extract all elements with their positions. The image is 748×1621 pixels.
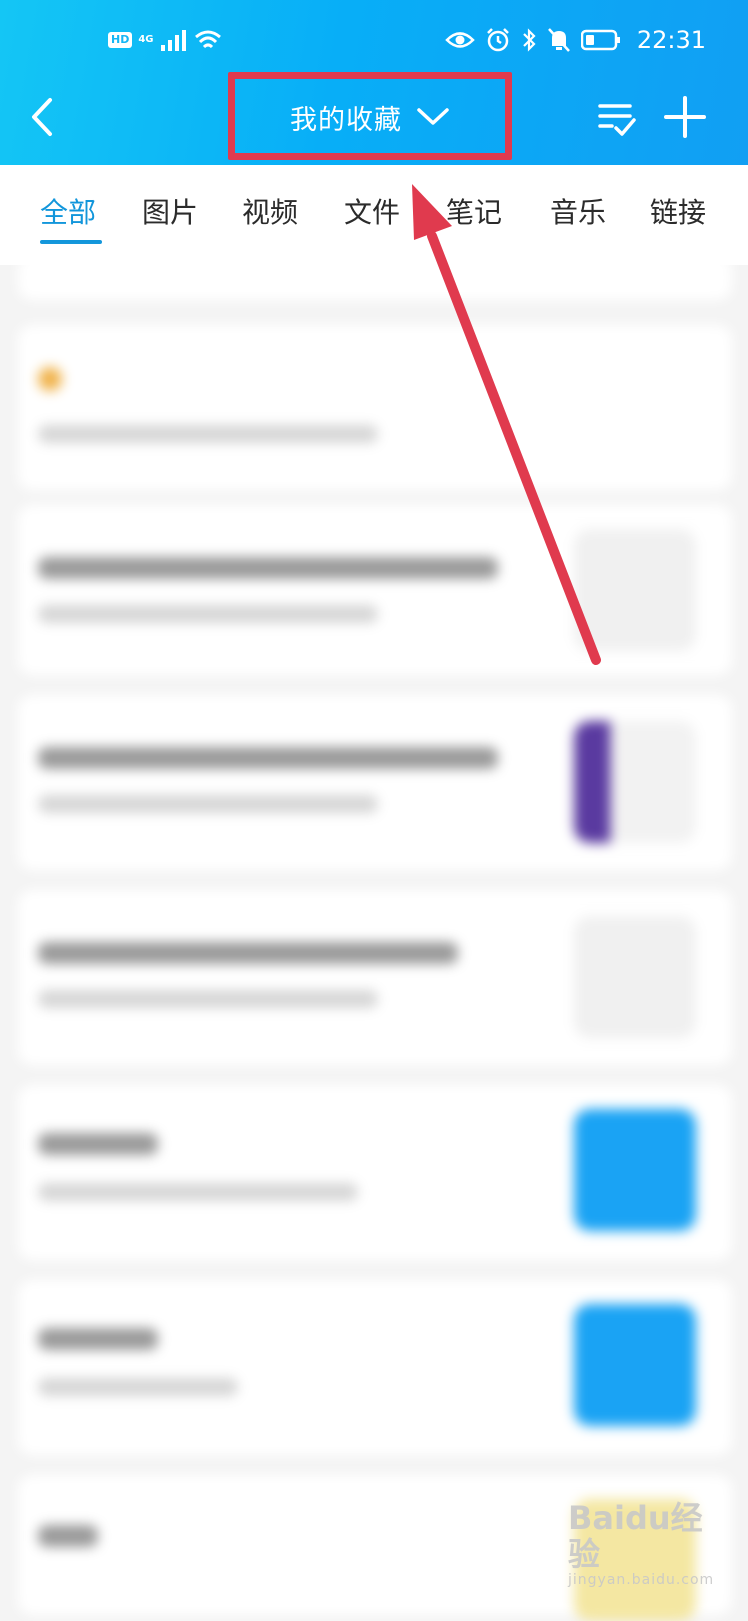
item-thumbnail [574, 1109, 696, 1231]
mute-bell-icon [547, 28, 570, 52]
item-title [38, 1328, 158, 1350]
list-item[interactable] [18, 1085, 732, 1260]
tab-notes[interactable]: 笔记 [446, 195, 502, 231]
list-check-icon [598, 104, 636, 136]
plus-icon [664, 96, 706, 138]
item-thumbnail [574, 916, 696, 1038]
annotation-highlight-box [228, 72, 512, 160]
wifi-icon [194, 30, 221, 49]
active-tab-indicator [40, 240, 102, 244]
hd-badge: HD [108, 32, 133, 48]
item-meta [38, 990, 378, 1008]
tab-files[interactable]: 文件 [344, 195, 400, 231]
chevron-left-icon [32, 98, 52, 136]
alarm-icon [486, 28, 509, 52]
category-tabs: 全部 图片 视频 文件 笔记 音乐 链接 [0, 165, 748, 265]
item-thumbnail [574, 529, 696, 651]
list-item[interactable] [18, 255, 732, 300]
watermark-logo-text: Baidu经验 [568, 1499, 703, 1573]
item-meta [38, 605, 378, 623]
tab-videos[interactable]: 视频 [242, 195, 298, 231]
baidu-watermark: Baidu经验 jingyan.baidu.com [568, 1499, 718, 1588]
list-item[interactable] [18, 505, 732, 675]
watermark-url: jingyan.baidu.com [568, 1572, 715, 1588]
item-meta [38, 1183, 358, 1201]
list-item[interactable] [18, 325, 732, 490]
item-thumbnail [574, 721, 696, 843]
item-type-icon [38, 367, 62, 391]
network-type: 4G [138, 34, 154, 45]
item-meta [38, 1378, 238, 1396]
multi-select-button[interactable] [596, 98, 638, 140]
collection-list [0, 255, 748, 1621]
add-button[interactable] [662, 94, 708, 140]
bluetooth-icon [523, 28, 536, 52]
clock: 22:31 [636, 26, 706, 54]
tab-images[interactable]: 图片 [142, 195, 198, 231]
item-title [38, 747, 498, 769]
back-button[interactable] [22, 92, 72, 142]
item-meta [38, 795, 378, 813]
item-thumbnail [574, 1304, 696, 1426]
list-item[interactable] [18, 890, 732, 1065]
list-item[interactable] [18, 695, 732, 870]
item-title [38, 1133, 158, 1155]
list-item[interactable] [18, 1280, 732, 1455]
eye-icon [445, 32, 475, 48]
item-meta [38, 425, 378, 443]
battery-icon [580, 29, 620, 51]
item-title [38, 1525, 98, 1547]
tab-links[interactable]: 链接 [650, 195, 706, 231]
signal-icon [160, 30, 186, 51]
item-title [38, 942, 458, 964]
status-bar: HD 4G 22:31 [0, 20, 748, 68]
item-title [38, 557, 498, 579]
tab-music[interactable]: 音乐 [550, 195, 606, 231]
tab-all[interactable]: 全部 [40, 195, 96, 231]
